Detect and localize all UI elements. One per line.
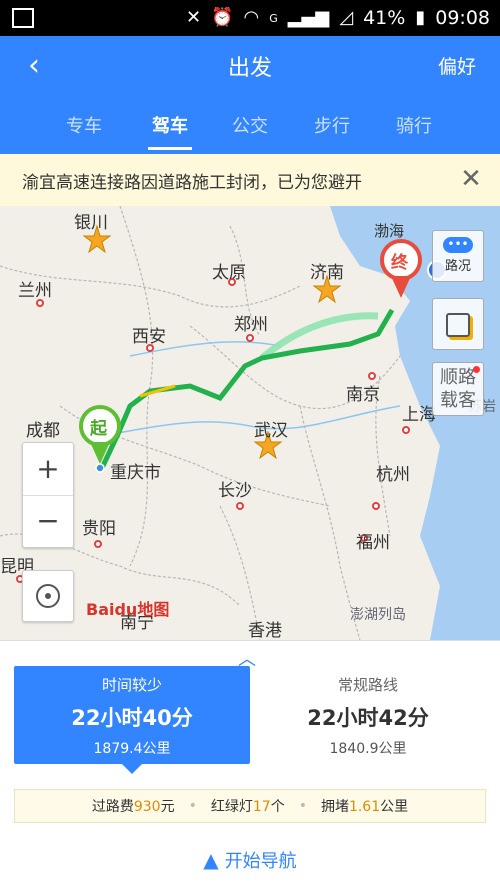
notice-text: 渝宜高速连接路因道路施工封闭，已为您避开 xyxy=(22,173,362,193)
city-taiyuan: 太原 xyxy=(212,263,246,283)
jam-stat: 拥堵1.61公里 xyxy=(320,799,409,815)
end-marker[interactable]: 终 xyxy=(391,248,408,273)
city-chengdu: 成都 xyxy=(26,421,60,441)
road-notice: 渝宜高速连接路因道路施工封闭，已为您避开 ✕ xyxy=(0,154,500,207)
more-dots-icon: ••• xyxy=(443,237,473,253)
city-dots xyxy=(16,278,410,583)
status-right: ✕ ⏰ ◠ G ▂▄▆ ◿ 41% ▮ 09:08 xyxy=(186,0,490,36)
image-icon xyxy=(12,8,34,28)
toll-stat: 过路费930元 xyxy=(91,799,175,815)
city-zhengzhou: 郑州 xyxy=(234,315,268,335)
route-panel: ︿ 时间较少 22小时40分 1879.4公里 常规路线 22小时42分 184… xyxy=(0,640,500,890)
zoom-in-button[interactable]: + xyxy=(23,443,73,496)
start-marker[interactable]: 起 xyxy=(90,414,107,439)
city-fuzhou: 福州 xyxy=(356,533,390,553)
separator-dot: • xyxy=(188,798,197,814)
layers-icon xyxy=(446,313,470,337)
page-title: 出发 xyxy=(227,56,272,81)
mode-tabs: 专车 驾车 公交 步行 骑行 xyxy=(0,106,500,154)
zoom-out-button[interactable]: − xyxy=(23,496,73,548)
app-bar: ‹ 出发 偏好 专车 驾车 公交 步行 骑行 xyxy=(0,36,500,154)
tab-walking[interactable]: 步行 xyxy=(292,112,372,138)
route-duration: 22小时42分 xyxy=(307,706,429,730)
ride-share-button[interactable]: 顺路载客 xyxy=(432,362,484,416)
close-icon[interactable]: ✕ xyxy=(456,164,486,194)
route-option-regular[interactable]: 常规路线 22小时42分 1840.9公里 xyxy=(250,666,486,764)
alarm-icon: ⏰ xyxy=(211,7,234,28)
traffic-button[interactable]: ••• 路况 xyxy=(432,230,484,282)
locate-button[interactable] xyxy=(22,570,74,622)
clock: 09:08 xyxy=(435,7,490,29)
city-chongqing: 重庆市 xyxy=(110,463,161,483)
traffic-light-stat: 红绿灯17个 xyxy=(210,799,285,815)
tab-driving[interactable]: 驾车 xyxy=(130,112,210,150)
start-navigation-label: 开始导航 xyxy=(224,851,297,872)
city-guiyang: 贵阳 xyxy=(82,519,116,539)
route-distance: 1879.4公里 xyxy=(93,741,171,757)
locate-icon xyxy=(36,584,60,608)
sea-bohai: 渤海 xyxy=(374,222,405,240)
island-penghu: 澎湖列岛 xyxy=(350,607,406,623)
baidu-logo: Baidu地图 xyxy=(86,600,170,619)
traffic-label: 路况 xyxy=(444,259,471,274)
city-shanghai: 上海 xyxy=(402,405,436,425)
zoom-control: + − xyxy=(22,442,74,548)
route-option-fastest[interactable]: 时间较少 22小时40分 1879.4公里 xyxy=(14,666,250,774)
wifi-icon: ◠ xyxy=(243,7,260,28)
battery-level: 41% xyxy=(363,7,406,29)
signal-icon: ▂▄▆ xyxy=(287,7,330,28)
navigation-arrow-icon: ▲ xyxy=(203,848,219,872)
tab-transit[interactable]: 公交 xyxy=(210,112,290,138)
city-wuhan: 武汉 xyxy=(254,421,288,441)
route-duration: 22小时40分 xyxy=(71,706,193,730)
route-label: 时间较少 xyxy=(101,676,162,694)
ride-badge xyxy=(473,366,480,373)
layers-button[interactable] xyxy=(432,298,484,350)
city-hangzhou: 杭州 xyxy=(376,465,410,485)
city-nanjing: 南京 xyxy=(346,385,380,405)
preference-button[interactable]: 偏好 xyxy=(438,52,476,79)
battery-icon: ▮ xyxy=(415,7,426,28)
ride-label: 顺路载客 xyxy=(440,367,476,411)
route-stats: 过路费930元 • 红绿灯17个 • 拥堵1.61公里 xyxy=(14,789,486,823)
city-xian: 西安 xyxy=(132,327,166,347)
route-label: 常规路线 xyxy=(337,676,398,694)
signal-empty-icon: ◿ xyxy=(339,7,354,28)
tab-cycling[interactable]: 骑行 xyxy=(374,112,454,138)
city-jinan: 济南 xyxy=(310,263,344,283)
alternate-route xyxy=(259,312,379,361)
tab-car-service[interactable]: 专车 xyxy=(44,112,124,138)
route-distance: 1840.9公里 xyxy=(329,741,407,757)
city-changsha: 长沙 xyxy=(218,481,252,501)
map-view[interactable]: 起 终 银川 兰州 太原 济南 渤海 西安 郑州 南京 上海 成都 武汉 重庆市… xyxy=(0,206,500,640)
status-bar: ✕ ⏰ ◠ G ▂▄▆ ◿ 41% ▮ 09:08 xyxy=(0,0,500,36)
city-yinchuan: 银川 xyxy=(74,213,108,233)
start-navigation-button[interactable]: ▲ 开始导航 xyxy=(0,847,500,873)
separator-dot: • xyxy=(298,798,307,814)
network-type: G xyxy=(269,11,278,25)
city-xianggang: 香港 xyxy=(248,621,282,640)
mute-icon: ✕ xyxy=(185,7,202,28)
city-lanzhou: 兰州 xyxy=(18,281,52,301)
